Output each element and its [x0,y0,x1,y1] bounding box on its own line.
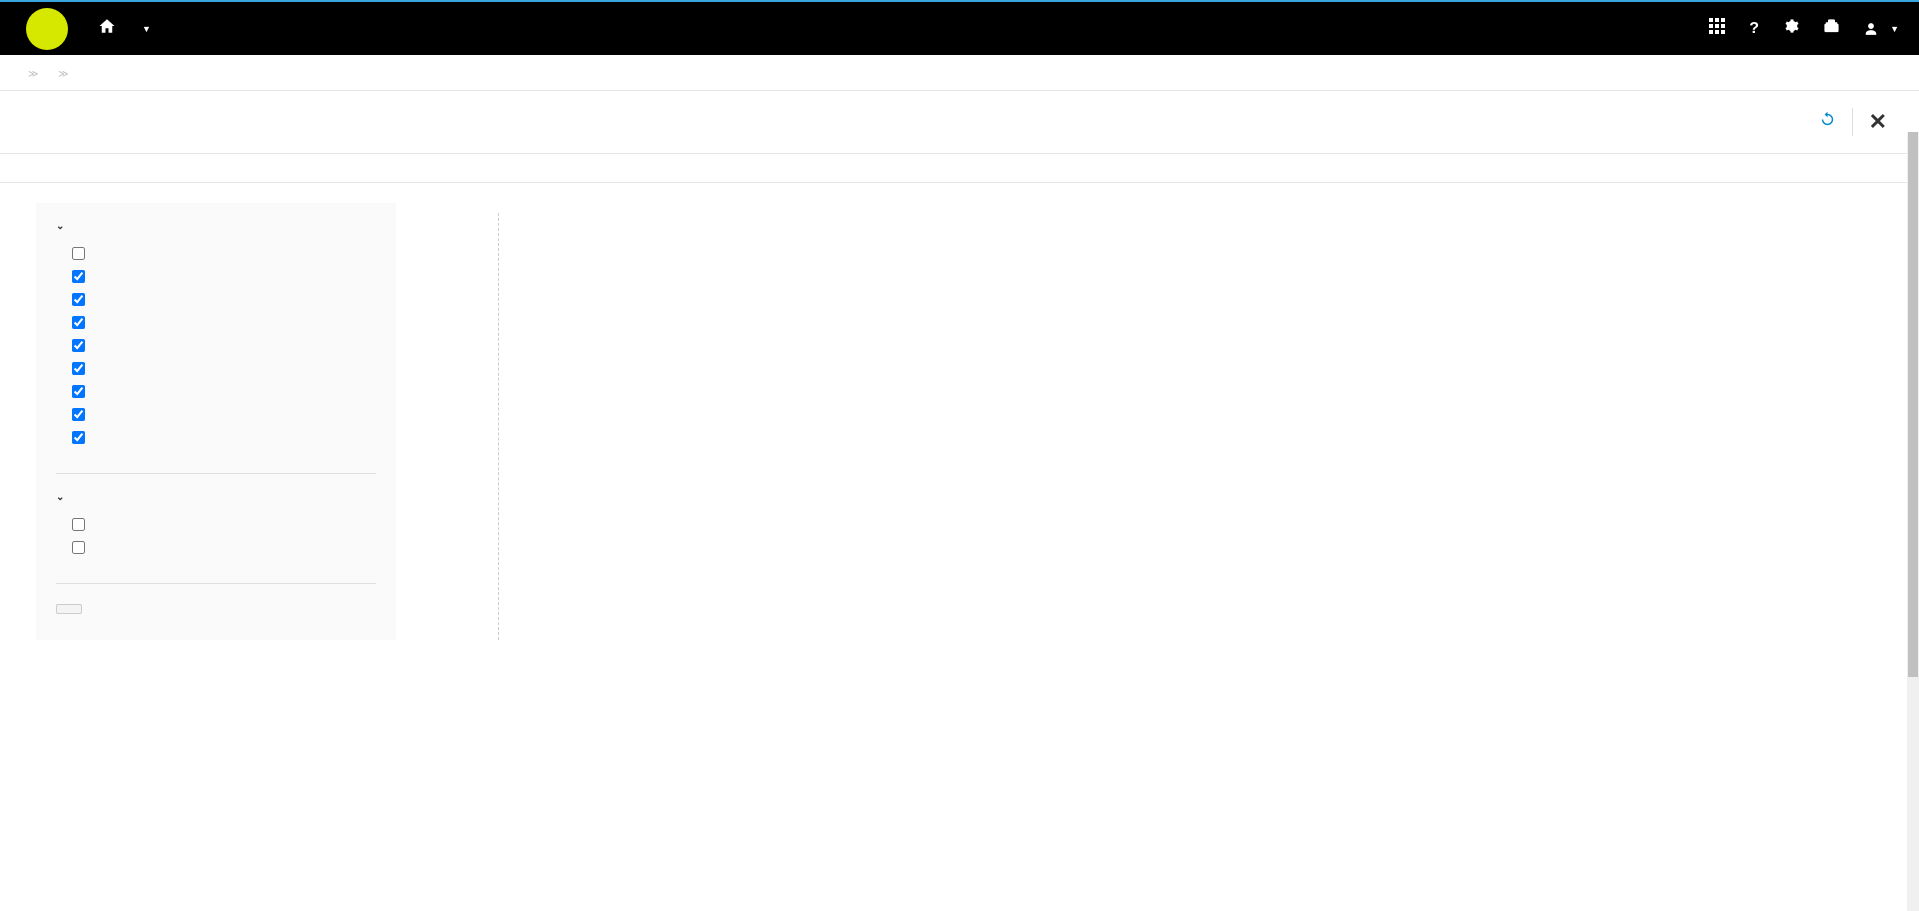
brand-sub-logo [26,8,68,50]
filter-opt-work-items [56,426,376,449]
checkbox-human-tasks[interactable] [72,270,85,283]
refresh-button[interactable] [1807,107,1848,137]
refresh-icon [1819,111,1836,128]
filter-opt-rule-sets [56,403,376,426]
checkbox-sub-processes[interactable] [72,385,85,398]
filter-event-type: ⌄ [36,486,396,571]
gear-icon[interactable] [1783,18,1799,39]
checkbox-start-nodes[interactable] [72,293,85,306]
briefcase-icon[interactable] [1823,18,1840,40]
checkbox-node-entered[interactable] [72,518,85,531]
filter-opt-start-nodes [56,288,376,311]
breadcrumb: ≫ ≫ [0,55,1919,91]
filter-event-type-toggle[interactable]: ⌄ [56,492,376,503]
filter-opt-action-nodes [56,334,376,357]
close-button[interactable]: ✕ [1857,105,1899,139]
user-menu[interactable]: ▼ [1864,22,1899,36]
menu-dropdown[interactable]: ▼ [138,24,151,34]
divider [56,473,376,474]
filter-opt-all [56,242,376,265]
breadcrumb-sep-icon: ≫ [28,69,38,80]
checkbox-work-items[interactable] [72,431,85,444]
filter-opt-end-nodes [56,311,376,334]
checkbox-action-nodes[interactable] [72,339,85,352]
filter-opt-human-tasks [56,265,376,288]
filter-opt-node-entered [56,513,376,536]
brand-logo[interactable] [20,8,68,50]
scrollbar[interactable] [1907,132,1919,911]
chevron-down-icon: ▼ [142,24,151,34]
chevron-down-icon: ▼ [1890,24,1899,34]
filter-node-type-toggle[interactable]: ⌄ [56,221,376,232]
user-icon [1864,22,1878,36]
checkbox-end-nodes[interactable] [72,316,85,329]
chevron-down-icon: ⌄ [56,492,64,503]
scrollbar-thumb[interactable] [1908,132,1918,677]
filter-opt-milestones [56,357,376,380]
filter-event-node-type: ⌄ [36,215,396,461]
tabs-bar [0,154,1907,183]
filter-opt-node-completed [56,536,376,559]
timeline-connector [498,213,499,640]
page-title-row: ✕ [0,91,1919,154]
topbar-right: ? ▼ [1709,18,1899,40]
checkbox-all[interactable] [72,247,85,260]
filter-opt-sub-processes [56,380,376,403]
main-content: ⌄ [0,183,1919,660]
title-actions: ✕ [1807,105,1899,139]
chevron-down-icon: ⌄ [56,221,64,232]
checkbox-milestones[interactable] [72,362,85,375]
logs-timeline [456,203,1883,640]
top-navbar: ▼ ? ▼ [0,0,1919,55]
checkbox-rule-sets[interactable] [72,408,85,421]
help-icon[interactable]: ? [1749,20,1759,38]
divider [1852,108,1853,136]
home-icon[interactable] [98,17,116,40]
filters-panel: ⌄ [36,203,396,640]
apps-grid-icon[interactable] [1709,18,1725,39]
breadcrumb-sep-icon: ≫ [58,69,68,80]
divider [56,583,376,584]
checkbox-node-completed[interactable] [72,541,85,554]
reset-button[interactable] [56,604,82,614]
